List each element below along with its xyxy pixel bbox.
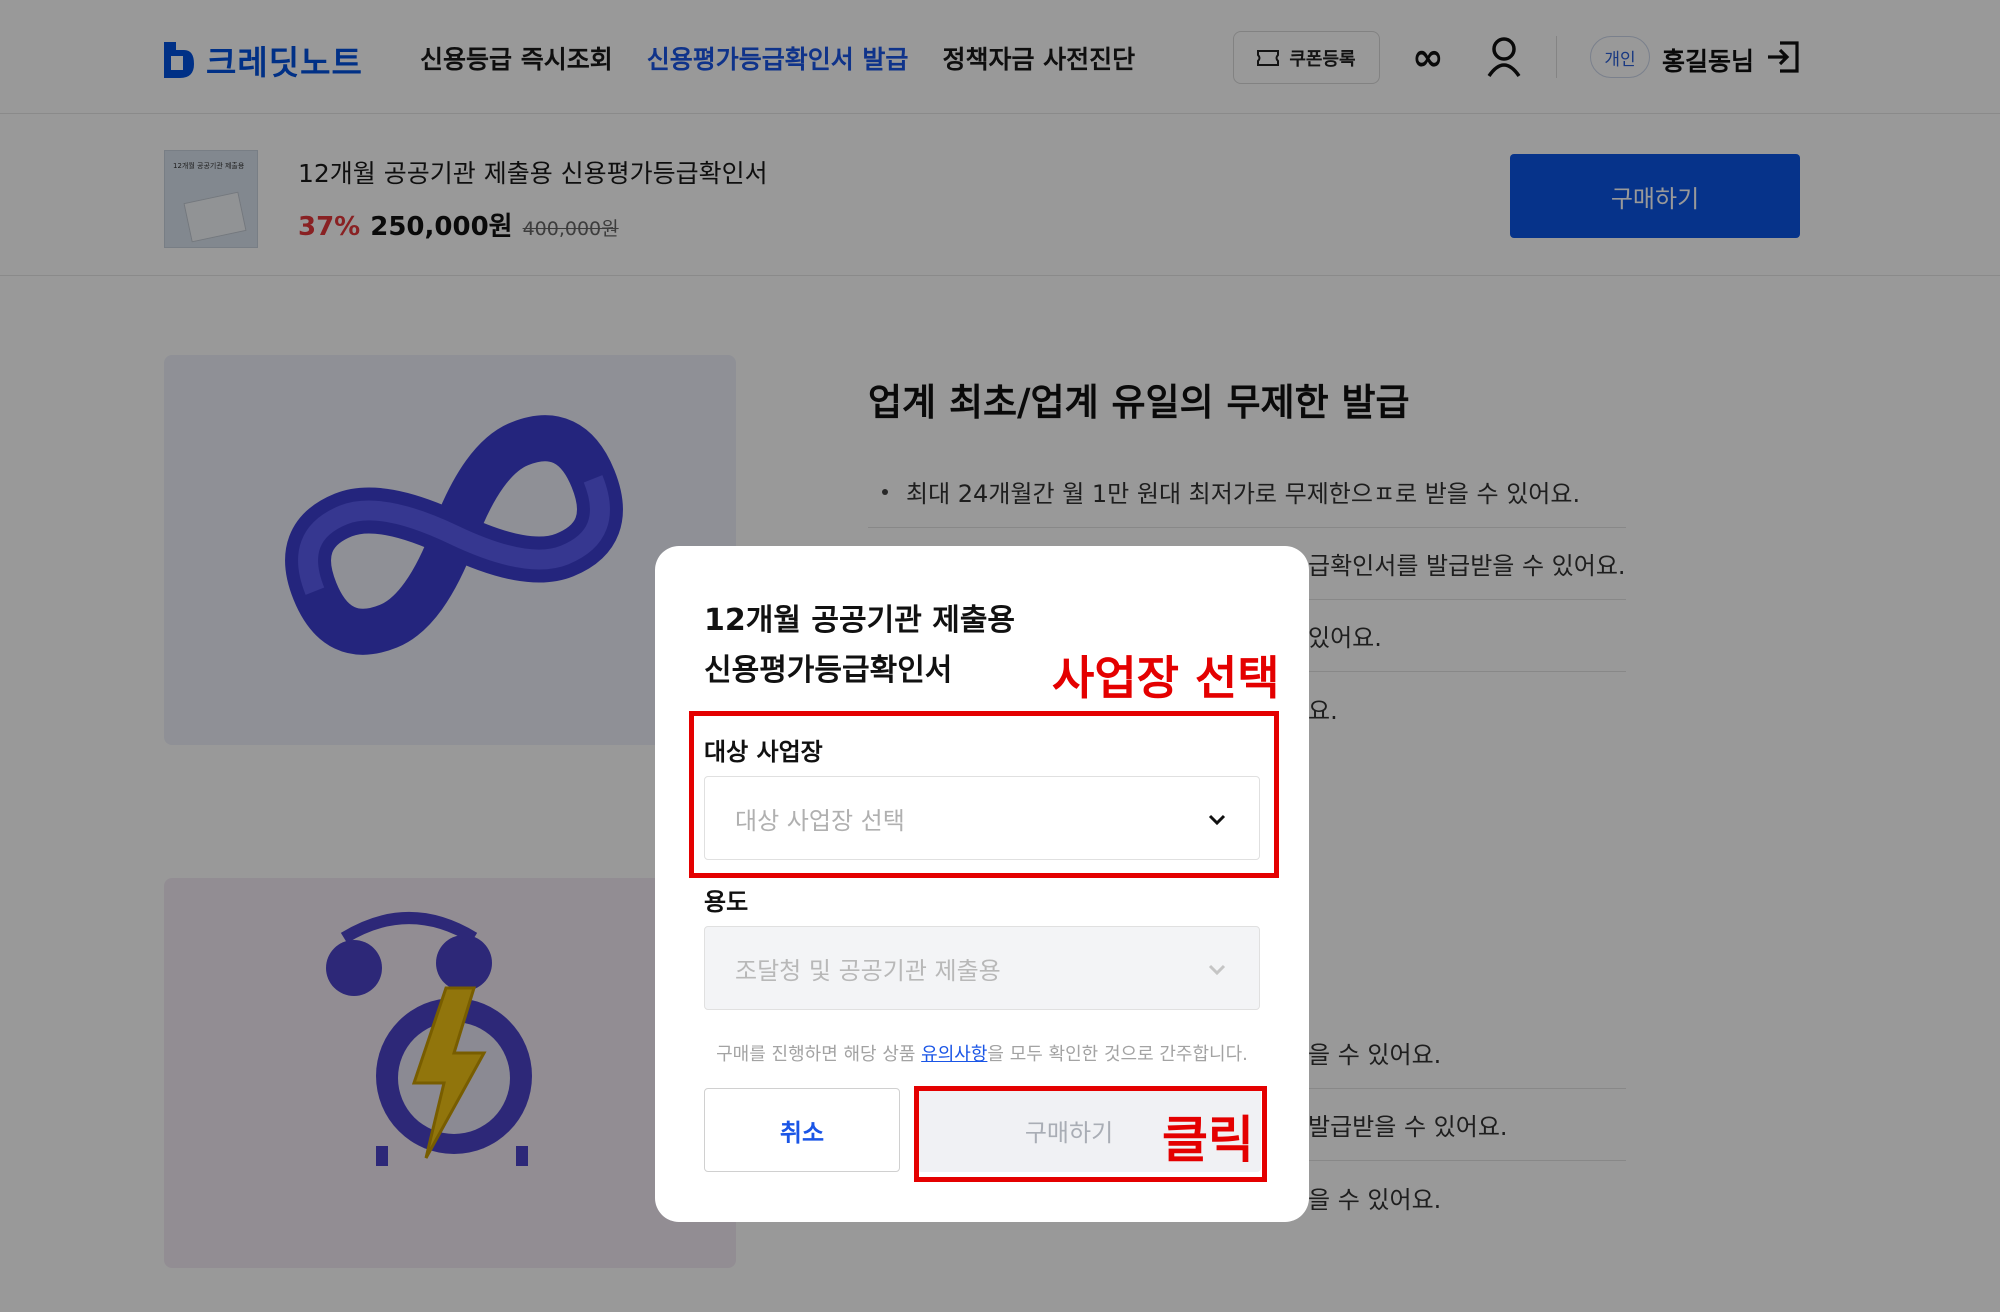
modal-title-line2: 신용평가등급확인서 [704, 653, 953, 688]
notice-text-post: 을 모두 확인한 것으로 간주합니다. [987, 1044, 1248, 1065]
modal-title: 12개월 공공기관 제출용 신용평가등급확인서 [704, 596, 1015, 696]
purpose-value: 조달청 및 공공기관 제출용 [735, 956, 1001, 985]
purchase-notice: 구매를 진행하면 해당 상품 유의사항을 모두 확인한 것으로 간주합니다. [655, 1040, 1309, 1066]
annotation-select-business: 사업장 선택 [1052, 651, 1280, 705]
purpose-select: 조달청 및 공공기관 제출용 [704, 926, 1260, 1010]
highlight-target-business [689, 711, 1279, 878]
precautions-link[interactable]: 유의사항 [921, 1044, 987, 1065]
annotation-click: 클릭 [1162, 1111, 1254, 1169]
modal-title-line1: 12개월 공공기관 제출용 [704, 603, 1016, 638]
notice-text-pre: 구매를 진행하면 해당 상품 [716, 1044, 922, 1065]
cancel-button[interactable]: 취소 [704, 1088, 900, 1172]
purpose-label: 용도 [704, 888, 749, 916]
chevron-down-icon [1208, 964, 1226, 976]
